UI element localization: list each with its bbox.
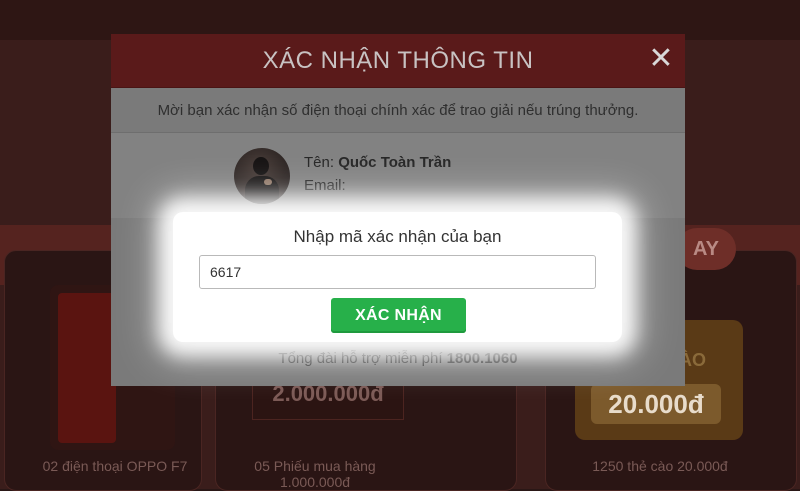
background-pill-button: AY bbox=[676, 228, 736, 270]
hotline-number: 1800.1060 bbox=[446, 350, 518, 367]
modal-title: XÁC NHẬN THÔNG TIN bbox=[262, 47, 534, 74]
email-label: Email: bbox=[304, 177, 346, 194]
verification-code-input[interactable] bbox=[199, 255, 596, 289]
prize-caption-2: 05 Phiếu mua hàng 1.000.000đ bbox=[254, 458, 376, 490]
modal-header: XÁC NHẬN THÔNG TIN ✕ bbox=[111, 34, 685, 88]
hotline-label: Tổng đài hỗ trợ miễn phí bbox=[278, 350, 443, 367]
name-label: Tên: bbox=[304, 154, 335, 171]
modal-subtitle: Mời bạn xác nhận số điện thoại chính xác… bbox=[157, 102, 639, 119]
code-prompt: Nhập mã xác nhận của bạn bbox=[293, 227, 502, 246]
profile-name-row: Tên: Quốc Toàn Trần bbox=[304, 154, 451, 171]
confirm-button[interactable]: XÁC NHẬN bbox=[331, 298, 466, 333]
prize-caption-1: 02 điện thoại OPPO F7 bbox=[42, 458, 188, 474]
profile-section: Tên: Quốc Toàn Trần Email: bbox=[111, 133, 685, 218]
close-icon[interactable]: ✕ bbox=[647, 44, 675, 74]
avatar bbox=[234, 148, 290, 204]
prize-topup-amount: 20.000đ bbox=[591, 384, 721, 424]
prize-caption-3: 1250 thẻ cào 20.000đ bbox=[592, 458, 728, 474]
verification-code-panel: Nhập mã xác nhận của bạn XÁC NHẬN bbox=[173, 212, 622, 342]
name-value: Quốc Toàn Trần bbox=[338, 154, 452, 171]
hotline-text: Tổng đài hỗ trợ miễn phí 1800.1060 bbox=[111, 350, 685, 367]
profile-email-row: Email: bbox=[304, 177, 346, 194]
